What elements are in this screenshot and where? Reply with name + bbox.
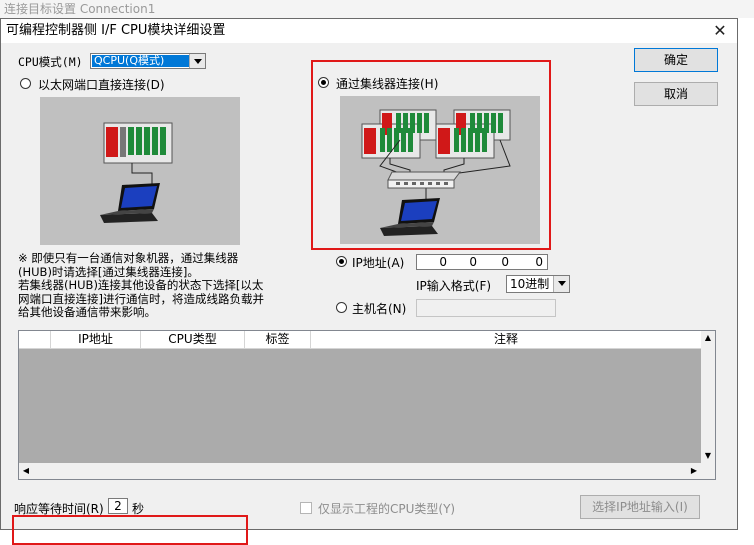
- scroll-up-icon[interactable]: ▲: [701, 331, 715, 345]
- bottom-highlight: [12, 515, 248, 545]
- chevron-down-icon: [189, 54, 205, 68]
- table-header-spacer: [19, 331, 51, 348]
- show-project-cpu-checkbox[interactable]: [300, 502, 312, 514]
- horizontal-scrollbar[interactable]: ◀ ▶: [19, 463, 701, 479]
- direct-connection-label: 以太网端口直接连接(D): [38, 78, 165, 92]
- ip-address-radio[interactable]: [336, 256, 347, 267]
- background-window-title: 连接目标设置 Connection1: [0, 0, 754, 18]
- cancel-button[interactable]: 取消: [634, 82, 718, 106]
- hub-connection-radio[interactable]: [318, 77, 329, 88]
- select-ip-input-button[interactable]: 选择IP地址输入(I): [580, 495, 700, 519]
- ip-octet-4: 0: [535, 255, 543, 269]
- cpu-search-table: IP地址 CPU类型 标签 注释 ▲ ▼ ◀ ▶: [18, 330, 716, 480]
- scroll-left-icon[interactable]: ◀: [19, 463, 33, 479]
- ip-format-label: IP输入格式(F): [416, 279, 492, 293]
- chevron-down-icon: [553, 276, 569, 292]
- cpu-mode-label: CPU模式(M): [18, 55, 83, 69]
- close-icon[interactable]: ✕: [706, 19, 734, 43]
- dialog-title: 可编程控制器侧 I/F CPU模块详细设置: [1, 19, 737, 43]
- ip-octet-2: 0: [469, 255, 477, 269]
- column-comment[interactable]: 注释: [311, 331, 701, 348]
- host-name-radio[interactable]: [336, 302, 347, 313]
- hub-note-text: ※ 即使只有一台通信对象机器，通过集线器(HUB)时请选择[通过集线器连接]。 …: [18, 251, 264, 319]
- column-ip-address[interactable]: IP地址: [51, 331, 141, 348]
- cpu-mode-value: QCPU(Q模式): [92, 55, 189, 67]
- ip-format-value: 10进制: [510, 277, 550, 291]
- column-cpu-type[interactable]: CPU类型: [141, 331, 245, 348]
- ip-octet-1: 0: [439, 255, 447, 269]
- host-name-input[interactable]: [416, 299, 556, 317]
- table-header: IP地址 CPU类型 标签 注释: [19, 331, 701, 349]
- ip-octet-3: 0: [501, 255, 509, 269]
- show-project-cpu-label: 仅显示工程的CPU类型(Y): [318, 502, 456, 516]
- cpu-mode-select[interactable]: QCPU(Q模式): [90, 53, 206, 69]
- ok-button[interactable]: 确定: [634, 48, 718, 72]
- scroll-down-icon[interactable]: ▼: [701, 449, 715, 463]
- direct-connection-diagram: [40, 97, 240, 245]
- background-window-edge: [738, 18, 754, 530]
- hub-connection-diagram: [340, 96, 540, 244]
- vertical-scrollbar[interactable]: ▲ ▼: [701, 331, 715, 463]
- hub-connection-label: 通过集线器连接(H): [336, 77, 439, 91]
- ip-format-select[interactable]: 10进制: [506, 275, 570, 293]
- ip-address-label: IP地址(A): [352, 256, 405, 270]
- host-name-label: 主机名(N): [352, 302, 407, 316]
- ip-address-input[interactable]: 0 0 0 0: [416, 254, 548, 270]
- scrollbar-corner: [701, 463, 715, 479]
- scroll-right-icon[interactable]: ▶: [687, 463, 701, 479]
- direct-connection-radio[interactable]: [20, 78, 31, 89]
- timeout-input[interactable]: 2: [108, 498, 128, 514]
- column-label[interactable]: 标签: [245, 331, 311, 348]
